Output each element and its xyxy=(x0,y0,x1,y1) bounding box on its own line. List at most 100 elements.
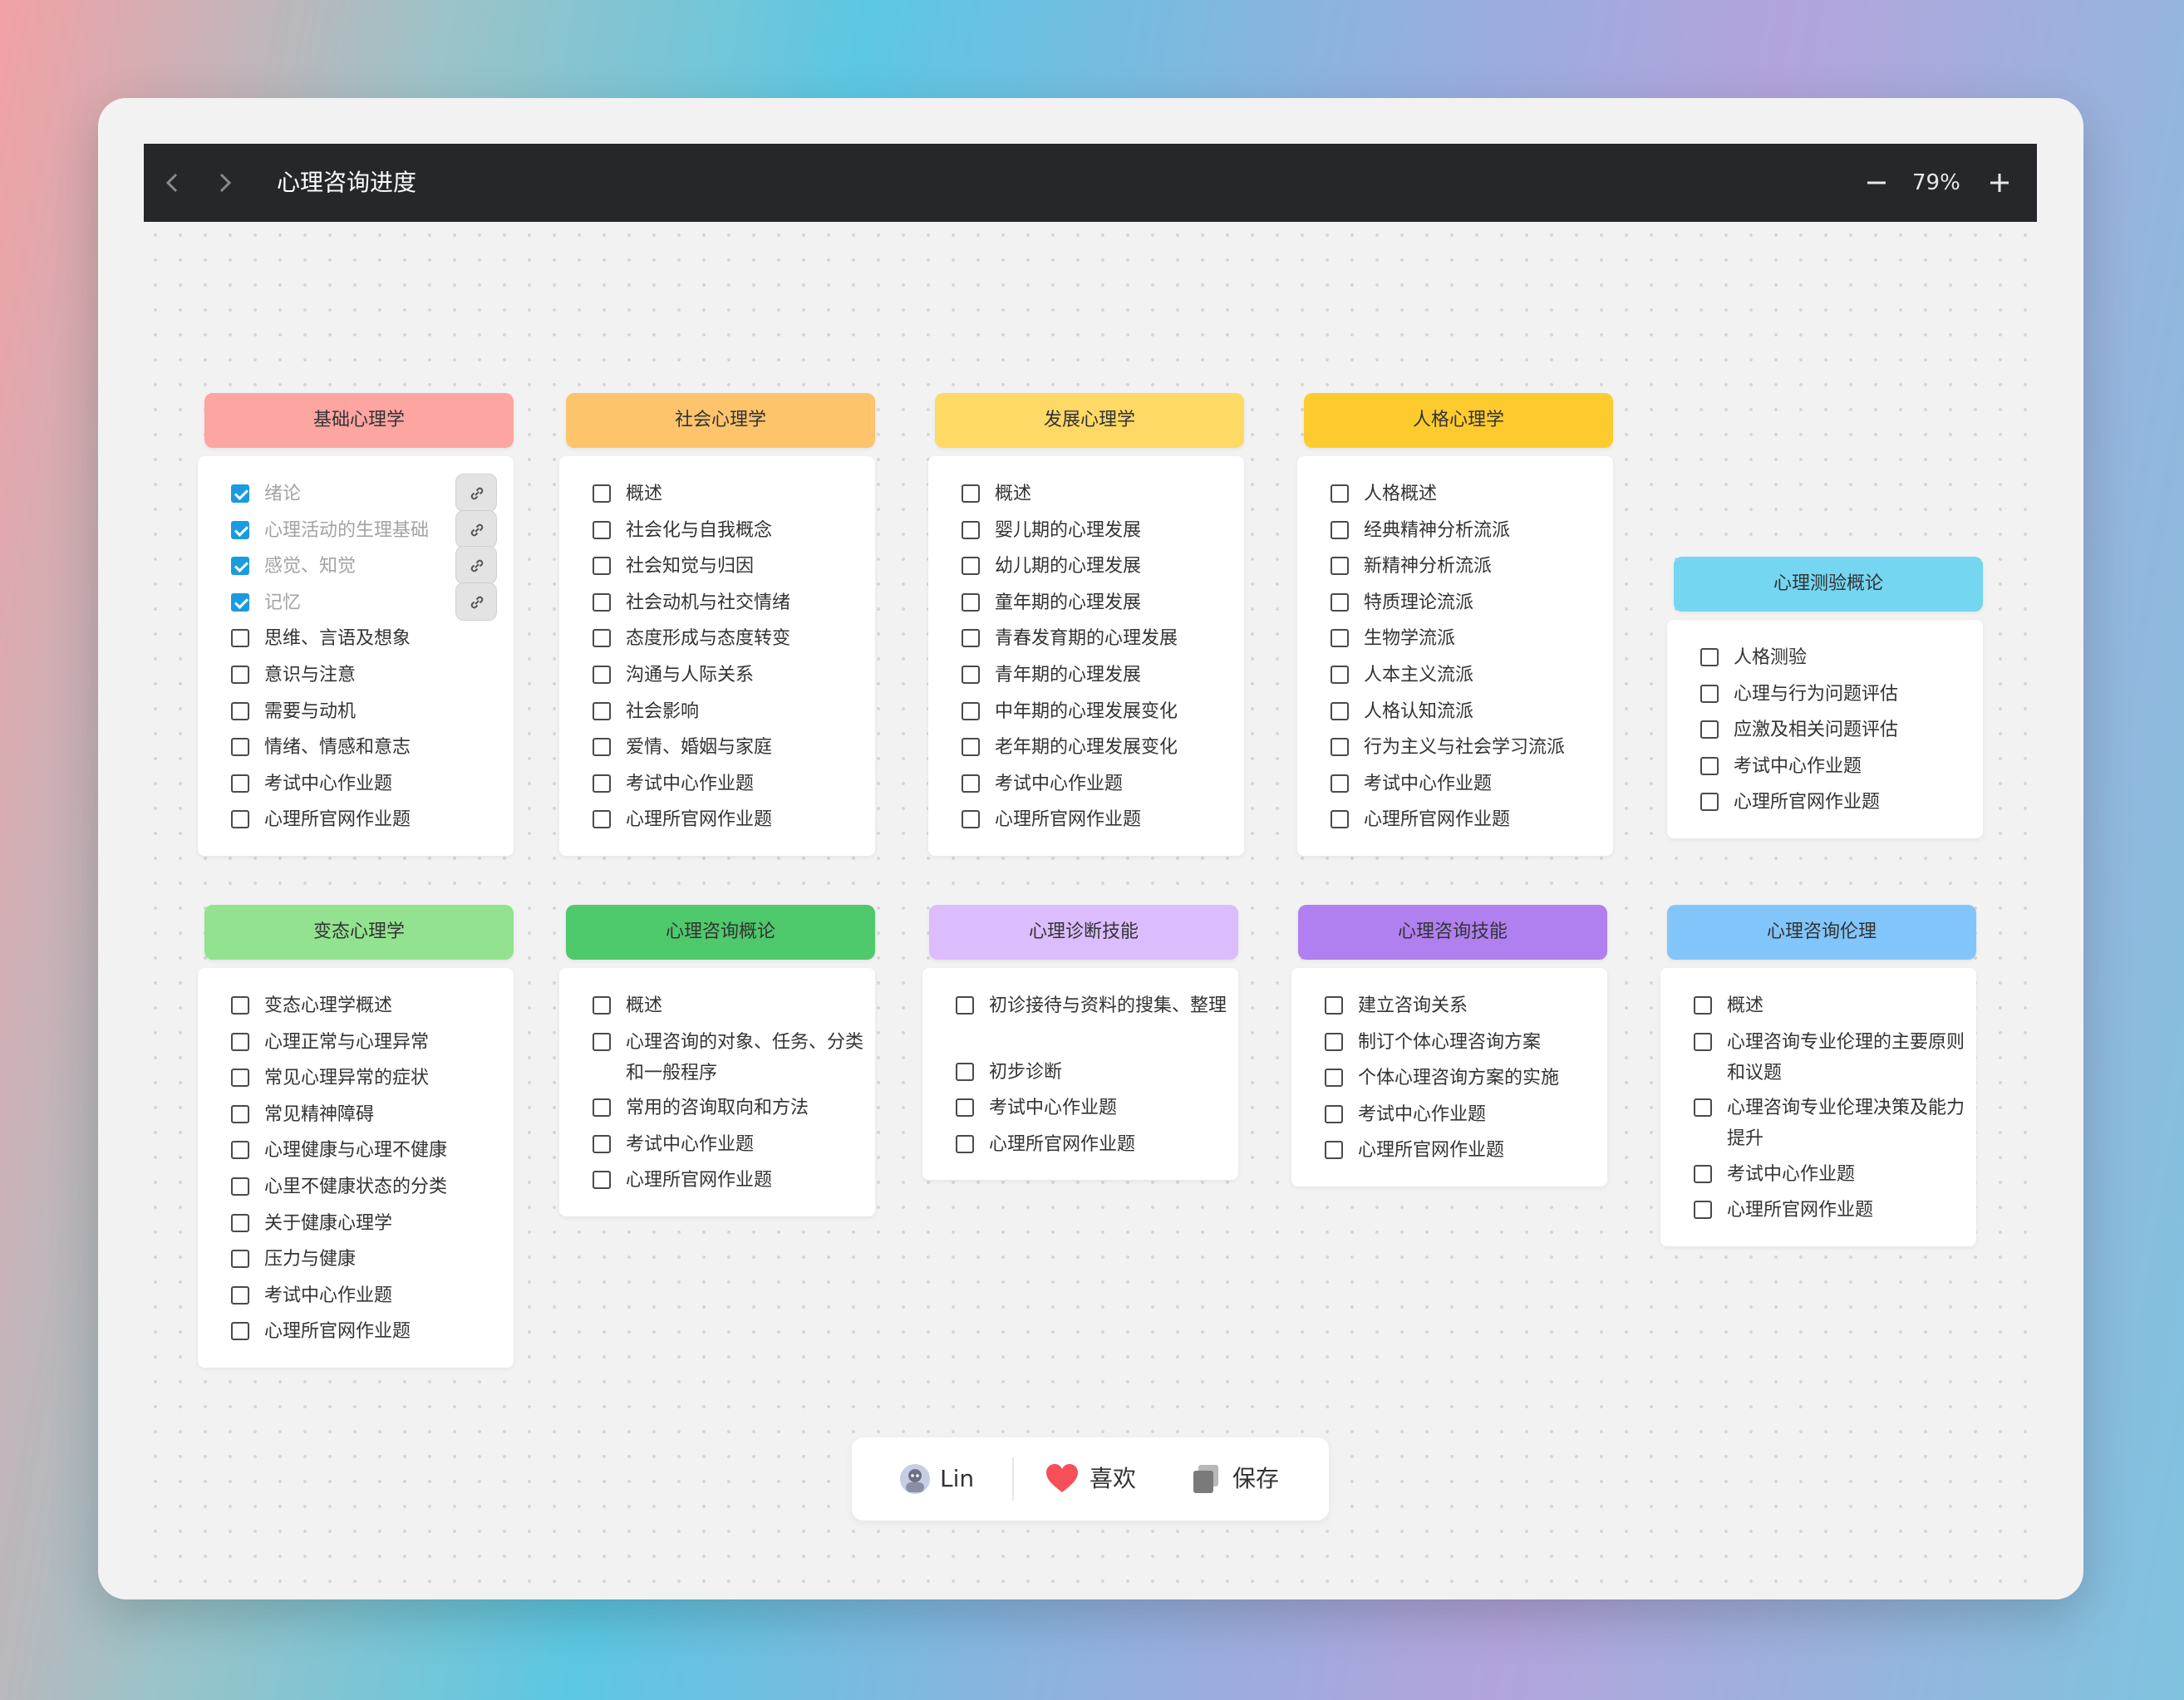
checkbox[interactable] xyxy=(231,1104,249,1123)
checkbox[interactable] xyxy=(593,1134,611,1153)
checkbox[interactable] xyxy=(1331,592,1349,612)
checkbox[interactable] xyxy=(593,592,611,612)
checkbox[interactable] xyxy=(231,666,249,684)
group-header[interactable]: 发展心理学 xyxy=(935,393,1244,448)
group-header[interactable]: 社会心理学 xyxy=(566,393,875,448)
checkbox[interactable] xyxy=(1694,1201,1712,1220)
checkbox[interactable] xyxy=(231,738,249,757)
checkbox[interactable] xyxy=(1331,484,1349,503)
checkbox[interactable] xyxy=(1325,1032,1343,1051)
checkbox[interactable] xyxy=(231,1285,249,1304)
checkbox[interactable] xyxy=(1700,684,1719,703)
group-header[interactable]: 心理咨询概论 xyxy=(566,905,875,960)
checkbox[interactable] xyxy=(593,1032,611,1051)
checkbox[interactable] xyxy=(1325,996,1343,1015)
checkbox[interactable] xyxy=(1700,720,1719,739)
checklist-item-label: 考试中心作业题 xyxy=(1364,773,1493,794)
checkbox[interactable] xyxy=(962,592,980,612)
checkbox[interactable] xyxy=(231,1141,249,1160)
group-header[interactable]: 变态心理学 xyxy=(204,905,514,960)
checkbox[interactable] xyxy=(593,520,611,539)
checkbox[interactable] xyxy=(593,484,611,503)
checkbox[interactable] xyxy=(1694,1032,1712,1051)
checklist-item-label: 关于健康心理学 xyxy=(264,1212,393,1234)
checkbox[interactable] xyxy=(593,1098,611,1118)
chevron-left-icon xyxy=(165,173,178,193)
checklist-item-label: 社会影响 xyxy=(626,700,700,722)
link-button[interactable] xyxy=(455,546,497,585)
checkbox[interactable] xyxy=(1325,1104,1343,1123)
checkbox[interactable] xyxy=(962,738,980,757)
checkbox[interactable] xyxy=(231,701,249,720)
checkbox[interactable] xyxy=(231,774,249,793)
checklist-item-label: 爱情、婚姻与家庭 xyxy=(626,737,773,759)
checkbox[interactable] xyxy=(593,738,611,757)
checklist-item-label: 心理咨询专业伦理决策及能力提升 xyxy=(1727,1098,1965,1150)
checkbox[interactable] xyxy=(231,1069,249,1088)
checkbox[interactable] xyxy=(1694,1164,1712,1183)
checkbox-checked[interactable] xyxy=(231,520,249,539)
checkbox[interactable] xyxy=(962,701,980,720)
link-button[interactable] xyxy=(455,582,497,621)
checkbox[interactable] xyxy=(1331,738,1349,757)
zoom-in-button[interactable] xyxy=(1985,167,2014,199)
checkbox[interactable] xyxy=(1331,774,1349,793)
checkbox[interactable] xyxy=(593,701,611,720)
checkbox[interactable] xyxy=(1325,1069,1343,1088)
checkbox[interactable] xyxy=(593,774,611,793)
checkbox[interactable] xyxy=(1694,1098,1712,1118)
checkbox[interactable] xyxy=(956,996,974,1015)
group-header[interactable]: 心理诊断技能 xyxy=(929,905,1238,960)
checkbox[interactable] xyxy=(962,484,980,503)
zoom-out-button[interactable] xyxy=(1862,167,1891,199)
checkbox[interactable] xyxy=(1331,557,1349,576)
checkbox-checked[interactable] xyxy=(231,484,249,503)
checkbox[interactable] xyxy=(1700,793,1719,812)
checkbox[interactable] xyxy=(956,1098,974,1118)
forward-button[interactable] xyxy=(212,167,237,199)
group-header[interactable]: 心理测验概论 xyxy=(1674,557,1983,612)
checkbox[interactable] xyxy=(1331,629,1349,648)
checkbox[interactable] xyxy=(962,666,980,684)
checkbox[interactable] xyxy=(962,557,980,576)
link-button[interactable] xyxy=(455,509,497,548)
checkbox[interactable] xyxy=(1700,756,1719,775)
checkbox[interactable] xyxy=(593,1171,611,1190)
checkbox[interactable] xyxy=(1331,520,1349,539)
checkbox[interactable] xyxy=(956,1062,974,1081)
back-button[interactable] xyxy=(160,167,185,199)
checkbox[interactable] xyxy=(593,810,611,829)
checkbox[interactable] xyxy=(962,810,980,829)
checkbox[interactable] xyxy=(956,1134,974,1153)
checkbox[interactable] xyxy=(1700,648,1719,666)
group-header[interactable]: 心理咨询伦理 xyxy=(1667,905,1976,960)
checkbox[interactable] xyxy=(962,629,980,648)
checkbox[interactable] xyxy=(962,520,980,539)
checkbox-checked[interactable] xyxy=(231,557,249,576)
checkbox[interactable] xyxy=(593,629,611,648)
checkbox[interactable] xyxy=(231,1322,249,1341)
link-button[interactable] xyxy=(455,474,497,512)
checkbox[interactable] xyxy=(231,810,249,829)
checkbox[interactable] xyxy=(231,1250,249,1269)
like-label: 喜欢 xyxy=(1090,1465,1137,1492)
group-header[interactable]: 心理咨询技能 xyxy=(1298,905,1607,960)
checkbox[interactable] xyxy=(231,1213,249,1232)
checkbox[interactable] xyxy=(593,996,611,1015)
checkbox[interactable] xyxy=(231,996,249,1015)
checkbox[interactable] xyxy=(231,1032,249,1051)
checklist-item-label: 青春发育期的心理发展 xyxy=(995,628,1178,650)
checkbox[interactable] xyxy=(1331,666,1349,684)
group-header[interactable]: 人格心理学 xyxy=(1304,393,1613,448)
checkbox[interactable] xyxy=(593,557,611,576)
checkbox[interactable] xyxy=(962,774,980,793)
checkbox[interactable] xyxy=(231,629,249,648)
checkbox[interactable] xyxy=(593,666,611,684)
checkbox[interactable] xyxy=(1331,810,1349,829)
checkbox[interactable] xyxy=(231,1177,249,1196)
checkbox[interactable] xyxy=(1325,1141,1343,1160)
checkbox[interactable] xyxy=(1331,701,1349,720)
group-header[interactable]: 基础心理学 xyxy=(204,393,514,448)
checkbox[interactable] xyxy=(1694,996,1712,1015)
checkbox-checked[interactable] xyxy=(231,592,249,612)
